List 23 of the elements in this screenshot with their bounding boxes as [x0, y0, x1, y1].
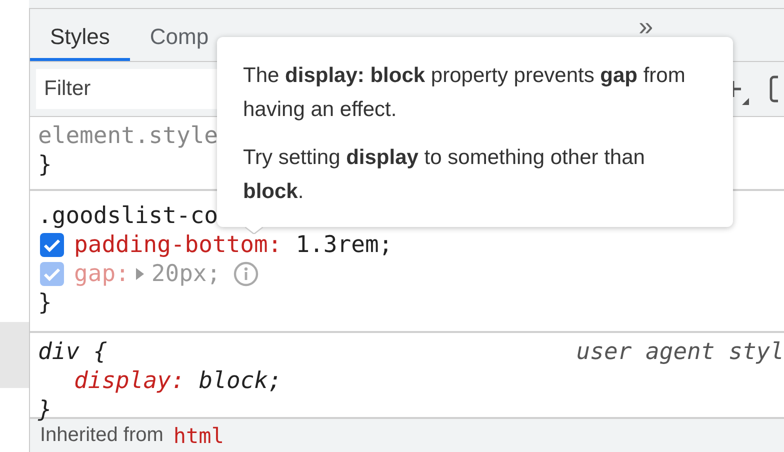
- inherited-label: Inherited from: [40, 424, 164, 447]
- inherited-selector[interactable]: html: [173, 424, 224, 448]
- rule-origin: user agent styl: [576, 338, 784, 364]
- css-property[interactable]: padding-bottom:: [74, 232, 282, 258]
- closing-brace: }: [38, 290, 52, 316]
- panel-icon[interactable]: [769, 75, 778, 103]
- property-checkbox[interactable]: [40, 262, 64, 286]
- selected-row-highlight: [0, 322, 29, 388]
- tooltip-text: Try setting display to something other than block.: [243, 145, 646, 205]
- more-tabs-button[interactable]: »: [628, 9, 664, 39]
- tab[interactable]: Comp: [130, 9, 229, 61]
- closing-brace: }: [38, 396, 52, 422]
- css-selector: div {: [38, 338, 108, 364]
- css-value[interactable]: 1.3rem;: [296, 232, 393, 258]
- property-checkbox[interactable]: [40, 232, 64, 256]
- expand-triangle-icon[interactable]: [135, 266, 146, 280]
- info-icon[interactable]: [232, 260, 259, 286]
- tooltip-text: The display: block property prevents gap from having an effect.: [243, 63, 686, 123]
- css-selector: element.style: [38, 122, 218, 148]
- css-selector: .goodslist-co: [38, 202, 218, 228]
- css-value[interactable]: block;: [198, 368, 282, 394]
- css-property[interactable]: display:: [74, 368, 185, 394]
- closing-brace: }: [38, 152, 52, 178]
